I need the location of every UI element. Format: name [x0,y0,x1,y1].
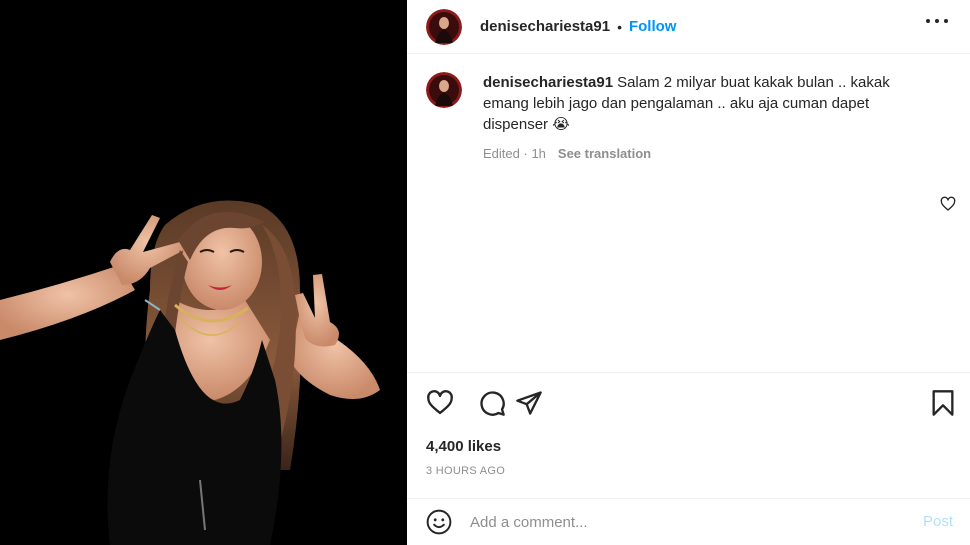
header-separator: • [617,18,622,35]
post-caption: denisechariesta91 Salam 2 milyar buat kak… [426,72,946,161]
share-icon[interactable] [515,389,543,417]
post-comment-button[interactable]: Post [923,513,953,530]
more-dot [944,19,948,23]
caption-like-heart-icon[interactable] [940,196,956,212]
caption-username[interactable]: denisechariesta91 [483,74,613,91]
caption-age[interactable]: 1h [531,146,545,161]
avatar-image [426,72,462,108]
more-options-icon[interactable] [926,13,948,29]
post-actions: 4,400 likes 3 HOURS AGO [407,372,970,498]
edited-label: Edited [483,146,520,161]
author-username[interactable]: denisechariesta91 [480,18,610,35]
post-container: denisechariesta91 • Follow denisecharies… [0,0,970,545]
bookmark-icon[interactable] [929,389,957,417]
emoji-icon[interactable] [426,509,452,535]
post-timestamp: 3 HOURS AGO [426,465,506,477]
caption-avatar[interactable] [426,72,462,108]
heart-icon[interactable] [426,389,454,417]
post-media[interactable] [0,0,407,545]
post-header: denisechariesta91 • Follow [407,0,970,54]
author-avatar[interactable] [426,8,462,45]
comment-icon[interactable] [478,389,506,417]
see-translation-link[interactable]: See translation [558,146,651,161]
follow-button[interactable]: Follow [629,18,677,35]
likes-count[interactable]: 4,400 likes [426,438,501,455]
more-dot [935,19,939,23]
comment-bar: Post [407,498,970,545]
avatar-image [426,8,462,45]
caption-meta: Edited · 1h See translation [483,146,903,161]
post-details-panel: denisechariesta91 • Follow denisecharies… [407,0,970,545]
meta-separator: · [519,146,532,161]
post-photo [0,0,407,545]
comment-input[interactable] [470,513,890,531]
caption-body: denisechariesta91 Salam 2 milyar buat kak… [483,72,903,161]
caption-text-block: denisechariesta91 Salam 2 milyar buat kak… [483,72,903,135]
more-dot [926,19,930,23]
